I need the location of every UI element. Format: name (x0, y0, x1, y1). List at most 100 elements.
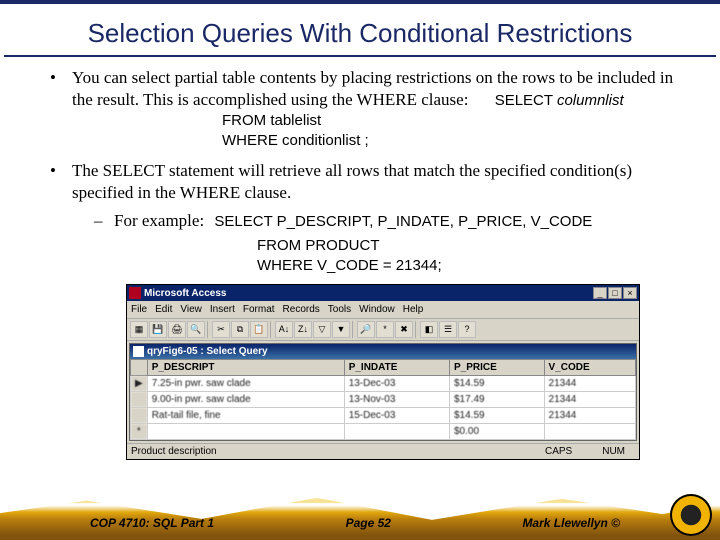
table-header-row: P_DESCRIPT P_INDATE P_PRICE V_CODE (131, 360, 636, 376)
it-columnlist: columnlist (557, 92, 624, 109)
toolbar-new-icon[interactable]: * (376, 321, 394, 338)
example-block: FROM PRODUCT WHERE V_CODE = 21344; (257, 236, 686, 277)
access-window: Microsoft Access _ □ × File Edit View In… (126, 284, 640, 460)
status-num: NUM (602, 445, 625, 458)
cell[interactable]: 15-Dec-03 (344, 408, 449, 424)
menu-view[interactable]: View (180, 303, 202, 316)
menu-format[interactable]: Format (243, 303, 275, 316)
page-title: Selection Queries With Conditional Restr… (4, 4, 716, 57)
example-line2: FROM PRODUCT (257, 236, 686, 256)
toolbar-sort-asc-icon[interactable]: A↓ (275, 321, 293, 338)
cell[interactable]: 21344 (544, 392, 635, 408)
menu-records[interactable]: Records (283, 303, 320, 316)
bullet-where-clause: You can select partial table contents by… (50, 67, 686, 152)
cell[interactable] (147, 424, 344, 440)
footer: COP 4710: SQL Part 1 Page 52 Mark Llewel… (0, 492, 720, 540)
toolbar-sort-desc-icon[interactable]: Z↓ (294, 321, 312, 338)
status-caps: CAPS (545, 445, 572, 458)
minimize-button[interactable]: _ (593, 287, 607, 299)
table-row[interactable]: * $0.00 (131, 424, 636, 440)
col-v-code[interactable]: V_CODE (544, 360, 635, 376)
example-bullet: For example: SELECT P_DESCRIPT, P_INDATE… (72, 210, 686, 232)
toolbar-preview-icon[interactable]: 🔍 (187, 321, 205, 338)
table-row[interactable]: ▶ 7.25-in pwr. saw clade 13-Dec-03 $14.5… (131, 376, 636, 392)
toolbar-db-icon[interactable]: ◧ (420, 321, 438, 338)
row-selector[interactable] (131, 408, 148, 424)
bullet2-text: The SELECT statement will retrieve all r… (72, 161, 632, 202)
query-titlebar: qryFig6-05 : Select Query (130, 344, 636, 359)
toolbar-sep4 (415, 321, 418, 338)
toolbar-save-icon[interactable]: 💾 (149, 321, 167, 338)
menu-help[interactable]: Help (403, 303, 424, 316)
toolbar-filter-icon[interactable]: ▽ (313, 321, 331, 338)
menu-file[interactable]: File (131, 303, 147, 316)
menu-tools[interactable]: Tools (328, 303, 351, 316)
close-button[interactable]: × (623, 287, 637, 299)
kw-from: FROM (222, 112, 270, 129)
col-p-indate[interactable]: P_INDATE (344, 360, 449, 376)
it-tablelist: tablelist (270, 112, 321, 129)
toolbar-sep2 (270, 321, 273, 338)
toolbar-copy-icon[interactable]: ⧉ (231, 321, 249, 338)
row-selector[interactable]: ▶ (131, 376, 148, 392)
menu-window[interactable]: Window (359, 303, 395, 316)
semicolon: ; (365, 132, 369, 149)
cell[interactable]: Rat-tail file, fine (147, 408, 344, 424)
cell[interactable]: $17.49 (450, 392, 545, 408)
kw-select: SELECT (495, 92, 557, 109)
cell[interactable]: 21344 (544, 408, 635, 424)
footer-center: Page 52 (346, 516, 391, 530)
col-p-descript[interactable]: P_DESCRIPT (147, 360, 344, 376)
table-row[interactable]: Rat-tail file, fine 15-Dec-03 $14.59 213… (131, 408, 636, 424)
cell[interactable]: 7.25-in pwr. saw clade (147, 376, 344, 392)
toolbar-help-icon[interactable]: ? (458, 321, 476, 338)
toolbar-filter2-icon[interactable]: ▼ (332, 321, 350, 338)
menu-edit[interactable]: Edit (155, 303, 172, 316)
cell[interactable]: 13-Dec-03 (344, 376, 449, 392)
toolbar-delete-icon[interactable]: ✖ (395, 321, 413, 338)
cell[interactable] (544, 424, 635, 440)
toolbar-find-icon[interactable]: 🔎 (357, 321, 375, 338)
menu-insert[interactable]: Insert (210, 303, 235, 316)
col-p-price[interactable]: P_PRICE (450, 360, 545, 376)
syntax-select-inline: SELECT columnlist (495, 92, 624, 109)
maximize-button[interactable]: □ (608, 287, 622, 299)
query-title: qryFig6-05 : Select Query (147, 345, 268, 358)
statusbar: Product description CAPS NUM (127, 443, 639, 459)
bullet-select-statement: The SELECT statement will retrieve all r… (50, 160, 686, 277)
toolbar-paste-icon[interactable]: 📋 (250, 321, 268, 338)
cell[interactable]: $0.00 (450, 424, 545, 440)
cell[interactable]: 13-Nov-03 (344, 392, 449, 408)
cell[interactable]: $14.59 (450, 408, 545, 424)
kw-where: WHERE (222, 132, 282, 149)
syntax-block: FROM tablelist WHERE conditionlist ; (222, 111, 686, 152)
content-area: You can select partial table contents by… (0, 67, 720, 460)
toolbar-cut-icon[interactable]: ✂ (212, 321, 230, 338)
toolbar-print-icon[interactable]: 🖨 (168, 321, 186, 338)
example-line1: SELECT P_DESCRIPT, P_INDATE, P_PRICE, V_… (214, 213, 592, 230)
window-titlebar: Microsoft Access _ □ × (127, 285, 639, 301)
cell[interactable] (344, 424, 449, 440)
toolbar-props-icon[interactable]: ☰ (439, 321, 457, 338)
toolbar-sep (207, 321, 210, 338)
footer-left: COP 4710: SQL Part 1 (90, 516, 214, 530)
toolbar: ▦ 💾 🖨 🔍 ✂ ⧉ 📋 A↓ Z↓ ▽ ▼ 🔎 * ✖ ◧ ☰ (127, 319, 639, 341)
ucf-logo-icon (670, 494, 712, 536)
cell[interactable]: 21344 (544, 376, 635, 392)
cell[interactable]: 9.00-in pwr. saw clade (147, 392, 344, 408)
cell[interactable]: $14.59 (450, 376, 545, 392)
query-icon (133, 346, 144, 357)
it-conditionlist: conditionlist (282, 132, 365, 149)
row-selector[interactable] (131, 392, 148, 408)
table-row[interactable]: 9.00-in pwr. saw clade 13-Nov-03 $17.49 … (131, 392, 636, 408)
data-table: P_DESCRIPT P_INDATE P_PRICE V_CODE ▶ 7.2… (130, 359, 636, 440)
toolbar-sep3 (352, 321, 355, 338)
example-line3: WHERE V_CODE = 21344; (257, 256, 686, 276)
row-selector[interactable]: * (131, 424, 148, 440)
access-icon (129, 287, 141, 299)
window-title: Microsoft Access (144, 287, 593, 300)
query-window: qryFig6-05 : Select Query P_DESCRIPT P_I… (129, 343, 637, 441)
row-selector-header (131, 360, 148, 376)
toolbar-view-icon[interactable]: ▦ (130, 321, 148, 338)
example-label: For example: (114, 211, 204, 230)
